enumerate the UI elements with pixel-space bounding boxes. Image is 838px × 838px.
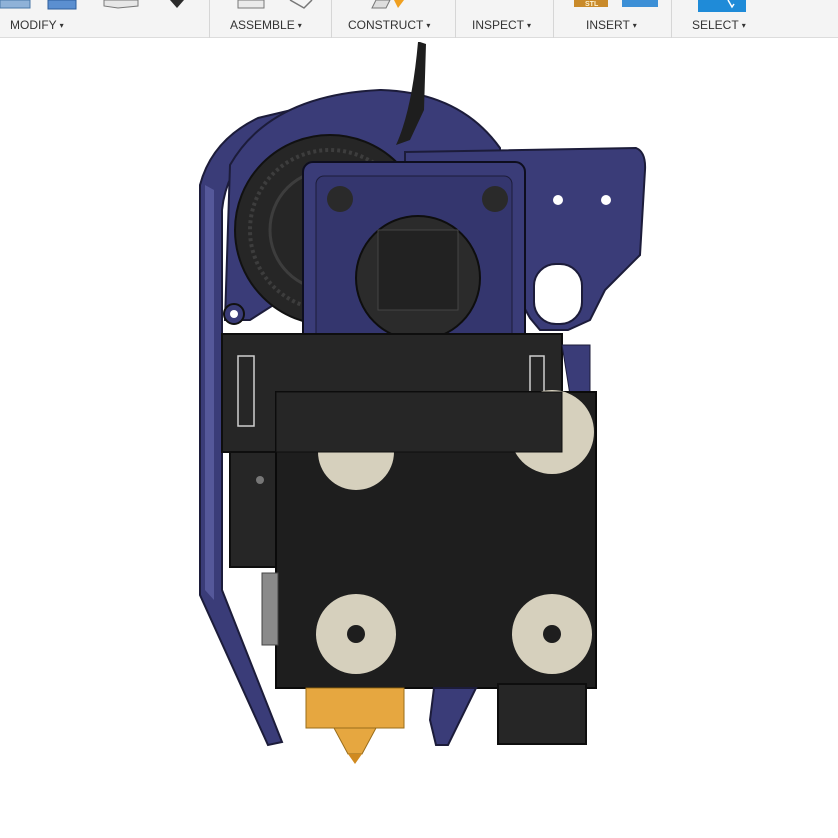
construct-icon[interactable] [362, 0, 422, 10]
shroud-highlight [205, 185, 214, 600]
right-shroud-tip [428, 687, 478, 746]
motor-screw [327, 186, 353, 212]
motor-shaft [377, 229, 459, 311]
wheel-bore [543, 625, 561, 643]
construct-group[interactable]: CONSTRUCT ▾ [332, 0, 454, 38]
assemble-icon[interactable] [220, 0, 330, 12]
construct-label: CONSTRUCT [348, 18, 424, 32]
3d-viewport[interactable] [0, 38, 838, 838]
hardware [261, 572, 279, 646]
select-icon[interactable] [698, 0, 748, 14]
wheel-bore [347, 625, 365, 643]
modify-label: MODIFY [10, 18, 57, 32]
nozzle-point [348, 754, 362, 764]
assemble-menu[interactable]: ASSEMBLE ▾ [230, 17, 302, 33]
extruder-model[interactable] [0, 38, 838, 838]
assemble-group[interactable]: ASSEMBLE ▾ [210, 0, 330, 38]
bracket-overlap [275, 391, 563, 453]
shroud-lug-hole [230, 310, 238, 318]
modify-caret-icon: ▾ [59, 21, 64, 30]
modify-group[interactable]: MODIFY ▾ [0, 0, 208, 38]
insert-caret-icon: ▾ [632, 21, 637, 30]
select-group[interactable]: SELECT ▾ [672, 0, 772, 38]
inspect-group[interactable]: INSPECT ▾ [456, 0, 552, 38]
right-shroud-edge [561, 344, 591, 396]
inspect-caret-icon: ▾ [527, 21, 532, 30]
select-menu[interactable]: SELECT ▾ [692, 17, 746, 33]
mount-slot [533, 263, 583, 325]
heater-block [305, 687, 405, 729]
bottom-block [497, 683, 587, 745]
select-label: SELECT [692, 18, 739, 32]
insert-group[interactable]: STL INSERT ▾ [554, 0, 670, 38]
toolbar: MODIFY ▾ ASSEMBLE ▾ CONSTRUCT ▾ INSPECT ▾ [0, 0, 838, 38]
modify-menu[interactable]: MODIFY ▾ [10, 17, 64, 33]
construct-caret-icon: ▾ [426, 21, 431, 30]
inspect-label: INSPECT [472, 18, 525, 32]
insert-menu[interactable]: INSERT ▾ [586, 17, 637, 33]
construct-menu[interactable]: CONSTRUCT ▾ [348, 17, 430, 33]
side-block-hole [256, 476, 264, 484]
assemble-label: ASSEMBLE [230, 18, 295, 32]
mount-hole [601, 195, 611, 205]
nozzle-tip [333, 727, 377, 755]
side-block [229, 451, 283, 568]
inspect-menu[interactable]: INSPECT ▾ [472, 17, 531, 33]
modify-icon[interactable] [0, 0, 200, 14]
select-caret-icon: ▾ [741, 21, 746, 30]
insert-icon[interactable]: STL [574, 0, 664, 12]
insert-label: INSERT [586, 18, 630, 32]
mount-hole [553, 195, 563, 205]
motor-screw [482, 186, 508, 212]
stl-badge: STL [585, 1, 599, 8]
assemble-caret-icon: ▾ [297, 21, 302, 30]
